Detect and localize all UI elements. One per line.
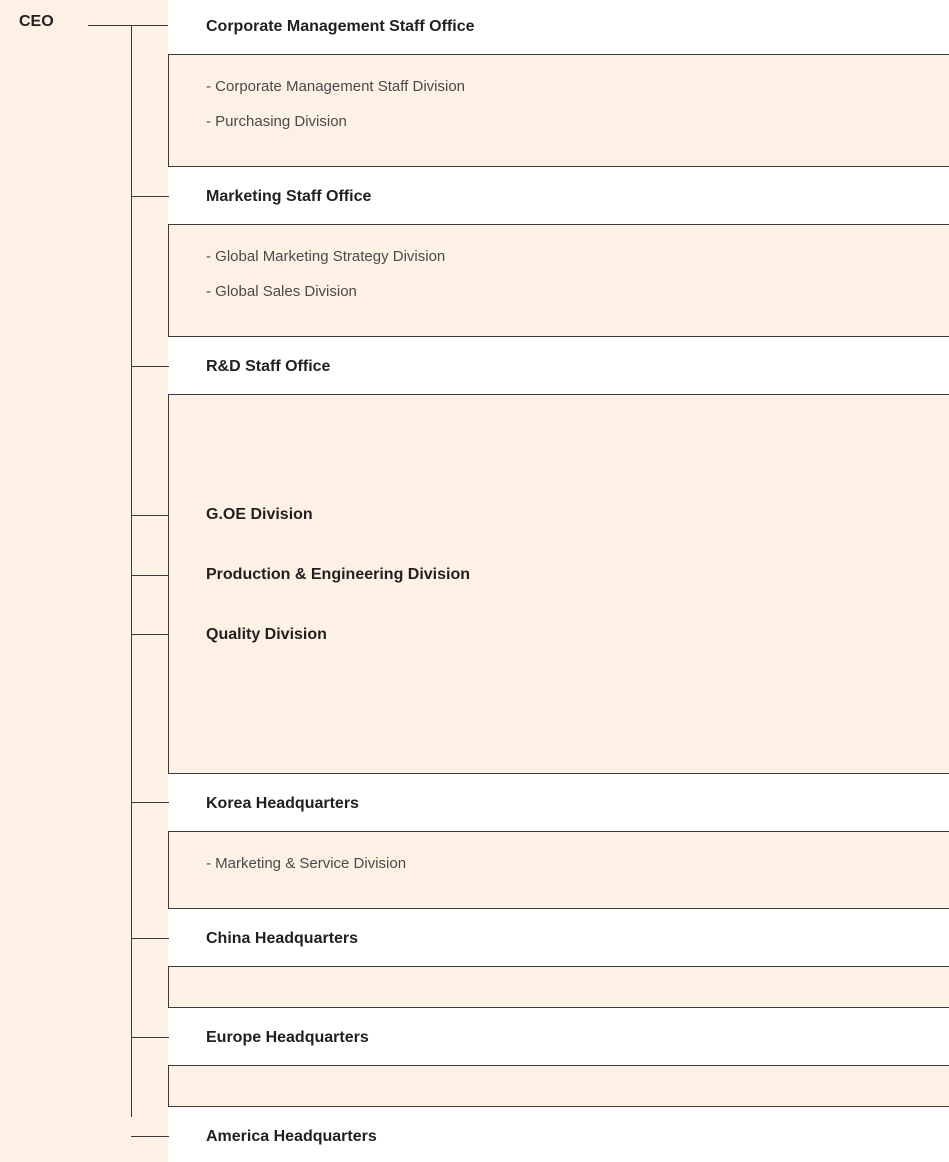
unit-label-rd-staff-office: R&D Staff Office bbox=[206, 358, 331, 375]
unit-label-production-engineering-division: Production & Engineering Division bbox=[206, 566, 471, 583]
unit-label-quality-division: Quality Division bbox=[206, 626, 327, 643]
branch-line bbox=[131, 1136, 169, 1137]
unit-label-america-headquarters: America Headquarters bbox=[206, 1128, 377, 1145]
trunk-line bbox=[131, 25, 132, 1117]
branch-line bbox=[131, 1037, 169, 1038]
branch-line bbox=[131, 575, 169, 576]
branch-line bbox=[131, 196, 169, 197]
branch-line bbox=[131, 366, 169, 367]
unit-label-europe-headquarters: Europe Headquarters bbox=[206, 1029, 369, 1046]
sub-unit-label: - Marketing & Service Division bbox=[206, 855, 407, 872]
sub-unit-label: - Corporate Management Staff Division bbox=[206, 78, 466, 95]
ceo-connector bbox=[88, 25, 168, 26]
branch-line bbox=[131, 938, 169, 939]
unit-label-korea-headquarters: Korea Headquarters bbox=[206, 795, 359, 812]
unit-label-marketing-staff-office: Marketing Staff Office bbox=[206, 188, 372, 205]
sub-unit-label: - Global Marketing Strategy Division bbox=[206, 248, 446, 265]
sub-unit-label: - Global Sales Division bbox=[206, 283, 357, 300]
ceo-label: CEO bbox=[19, 13, 54, 30]
branch-line bbox=[131, 515, 169, 516]
org-chart: CEO Corporate Management Staff Office - … bbox=[0, 0, 949, 1162]
unit-label-china-headquarters: China Headquarters bbox=[206, 930, 359, 947]
branch-line bbox=[131, 634, 169, 635]
left-panel bbox=[0, 0, 168, 1162]
branch-line bbox=[131, 802, 169, 803]
unit-label-corporate-management-staff-office: Corporate Management Staff Office bbox=[206, 18, 475, 35]
sub-unit-label: - Purchasing Division bbox=[206, 113, 347, 130]
unit-label-goe-division: G.OE Division bbox=[206, 506, 313, 523]
